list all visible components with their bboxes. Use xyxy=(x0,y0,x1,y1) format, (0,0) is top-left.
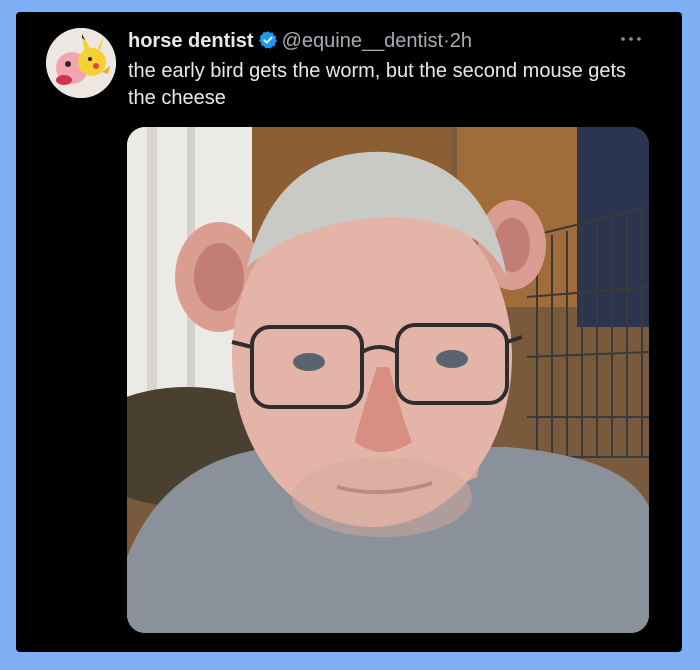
timestamp[interactable]: 2h xyxy=(450,30,472,52)
tweet-photo[interactable] xyxy=(127,127,649,633)
avatar-image xyxy=(46,28,116,98)
verified-badge-icon xyxy=(258,30,278,57)
user-handle[interactable]: @equine__dentist xyxy=(282,30,444,52)
avatar[interactable] xyxy=(46,28,116,98)
tweet-text: the early bird gets the worm, but the se… xyxy=(128,60,627,109)
photo-image xyxy=(127,127,649,633)
tweet-header: horse dentist @equine__dentist·2h xyxy=(128,28,628,57)
separator-dot: · xyxy=(443,30,450,52)
ellipsis-icon[interactable] xyxy=(620,28,642,49)
display-name[interactable]: horse dentist xyxy=(128,30,254,52)
